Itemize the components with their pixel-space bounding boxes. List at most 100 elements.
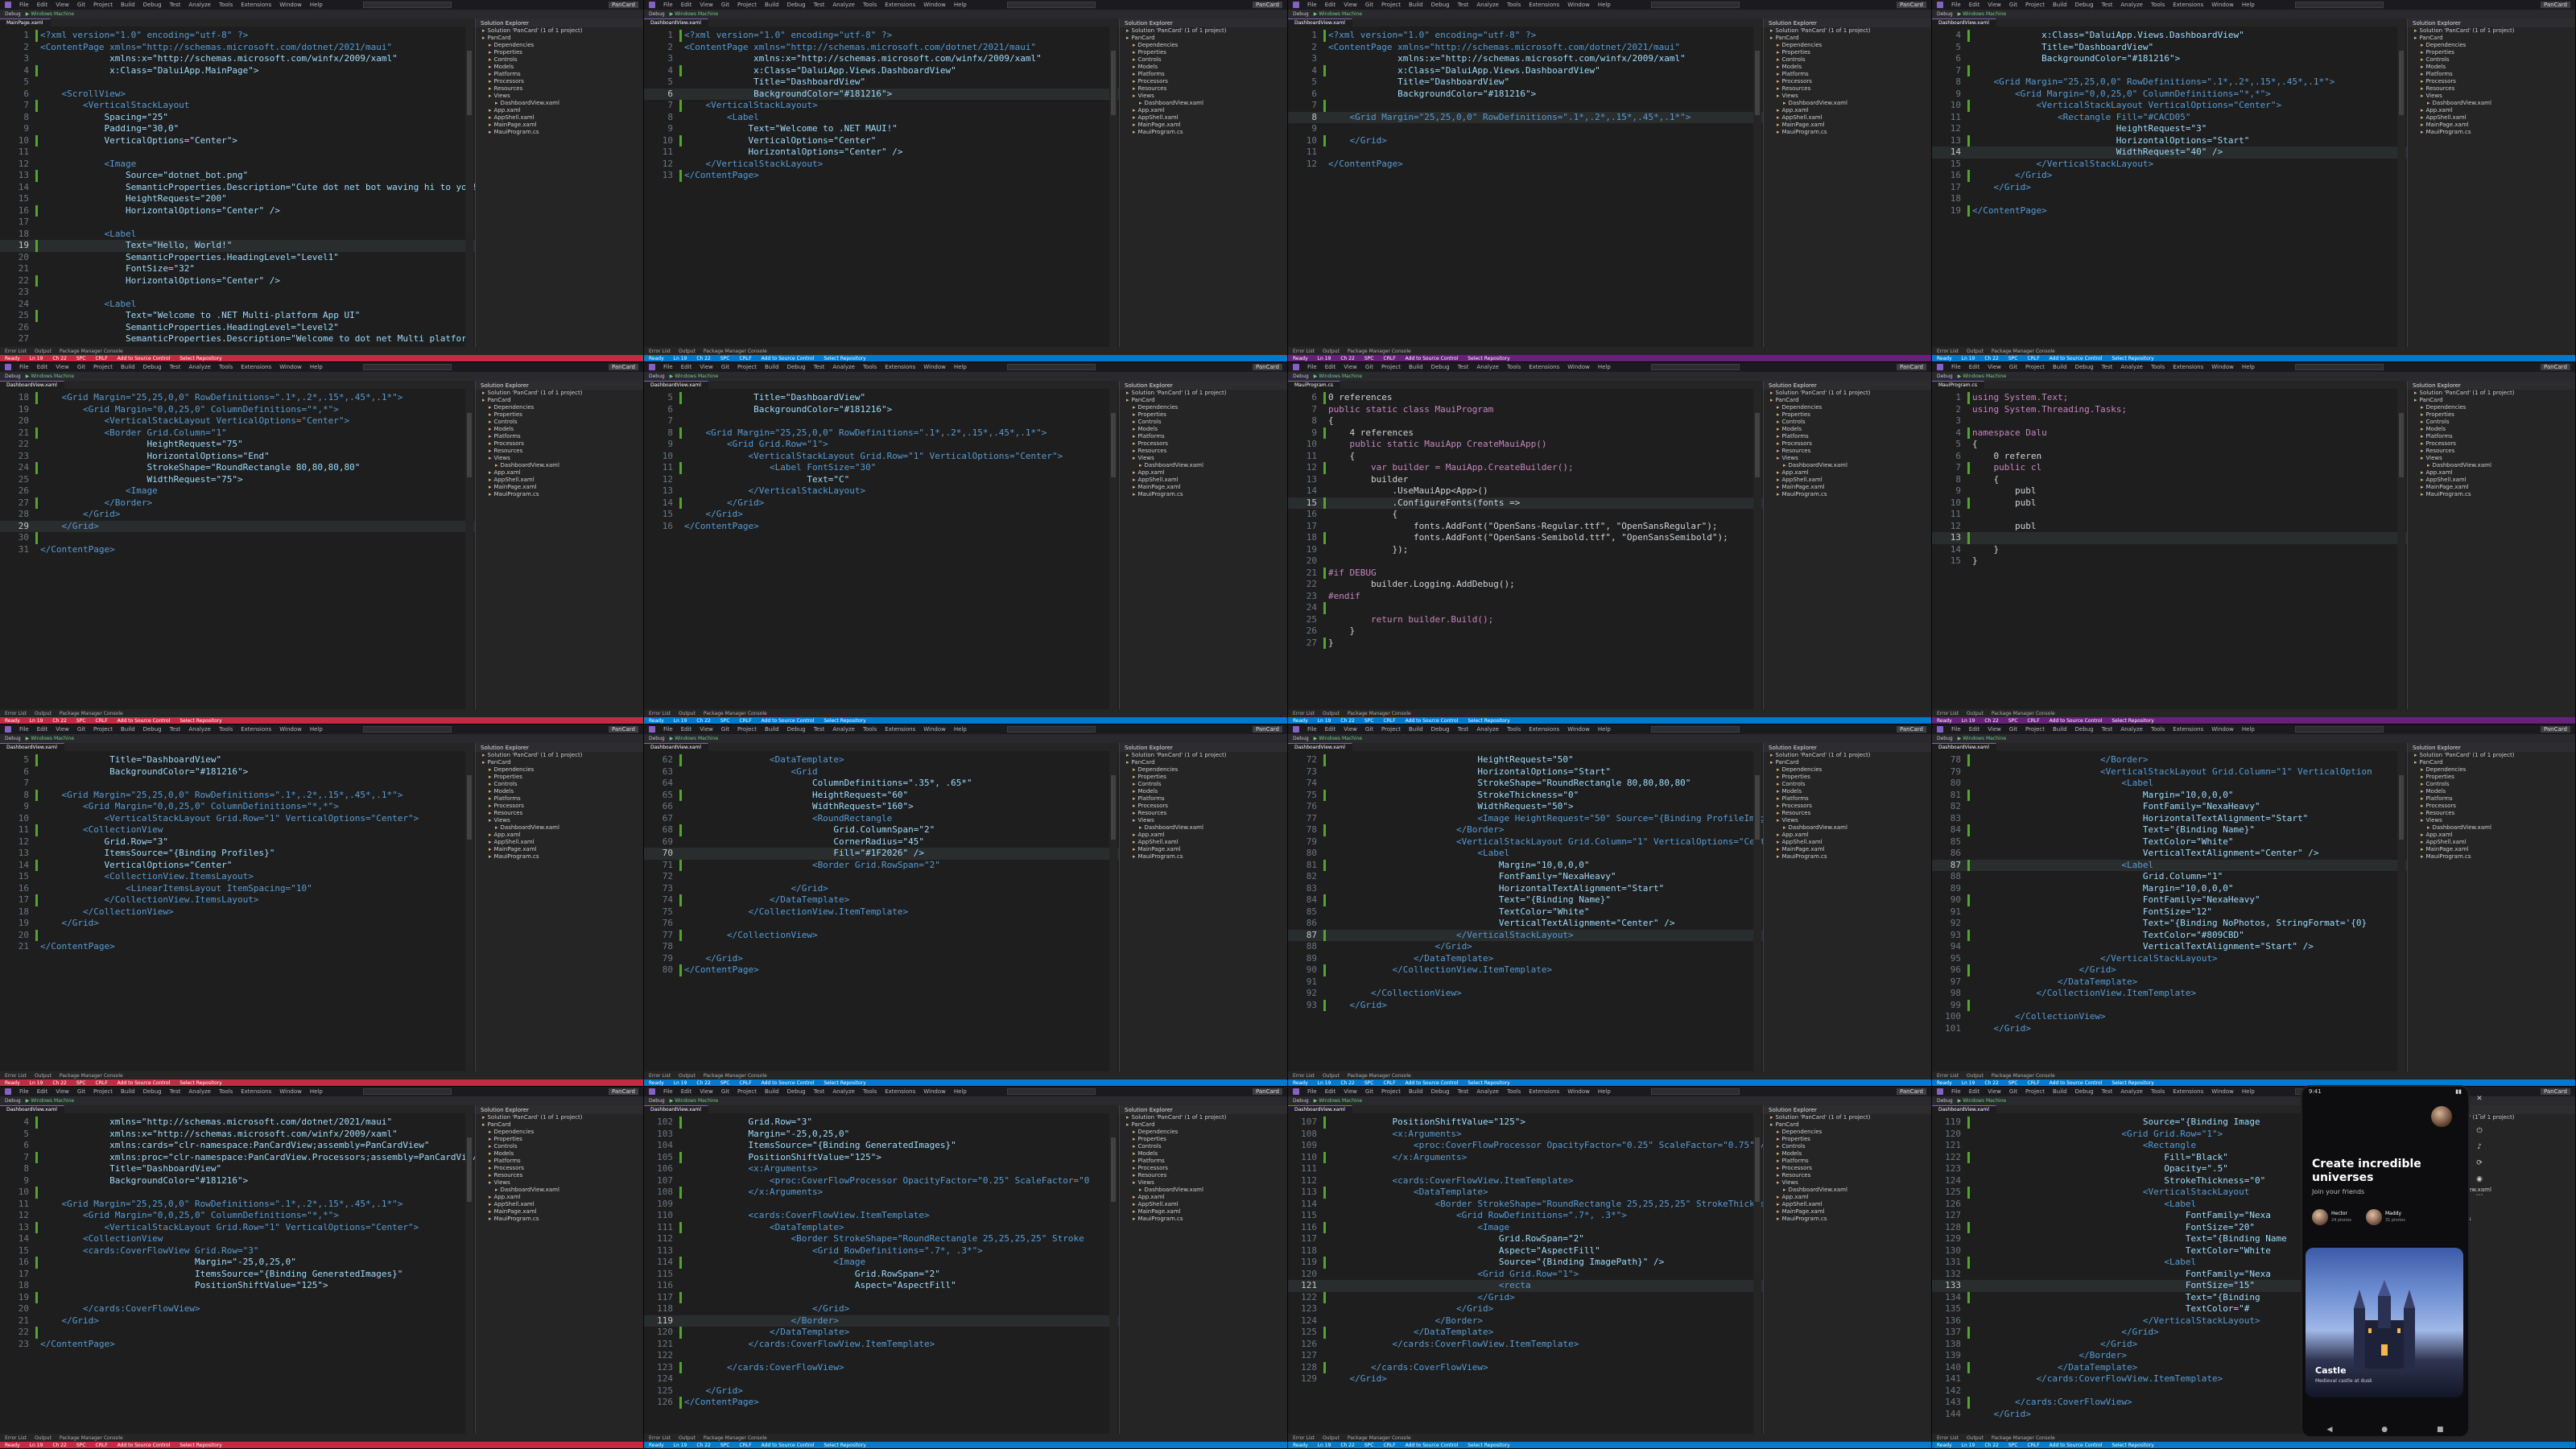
menu-item-build[interactable]: Build xyxy=(765,2,779,8)
search-input[interactable] xyxy=(2294,2,2384,8)
vertical-scrollbar[interactable] xyxy=(1753,27,1761,347)
tree-item[interactable]: ▸AppShell.xaml xyxy=(1764,114,1931,122)
menu-item-test[interactable]: Test xyxy=(1458,2,1469,8)
tree-item[interactable]: ▸MainPage.xaml xyxy=(1764,1208,1931,1216)
tree-item[interactable]: ▸AppShell.xaml xyxy=(476,477,643,484)
tree-item[interactable]: ▸MainPage.xaml xyxy=(1764,846,1931,853)
run-button[interactable]: ▶ Windows Machine xyxy=(26,1098,74,1104)
vertical-scrollbar[interactable] xyxy=(465,389,473,709)
menu-item-file[interactable]: File xyxy=(19,2,29,8)
status-item[interactable]: Select Repository xyxy=(180,718,221,724)
search-input[interactable] xyxy=(1006,1088,1096,1095)
tab-dashboardview-xaml[interactable]: DashboardView.xaml xyxy=(644,743,708,751)
vertical-scrollbar[interactable] xyxy=(465,1113,473,1434)
menu-item-tools[interactable]: Tools xyxy=(2151,364,2165,370)
tree-item[interactable]: ▸Views xyxy=(476,1179,643,1187)
tree-item[interactable]: ▸AppShell.xaml xyxy=(476,1201,643,1208)
menu-item-tools[interactable]: Tools xyxy=(2151,726,2165,733)
recents-icon[interactable]: ■ xyxy=(2437,1426,2444,1434)
tree-item[interactable]: ▸Resources xyxy=(1764,1172,1931,1179)
menu-item-git[interactable]: Git xyxy=(77,364,85,370)
menu-item-edit[interactable]: Edit xyxy=(1969,726,1980,733)
bottom-tab[interactable]: Error List xyxy=(1293,1435,1315,1441)
menu-item-analyze[interactable]: Analyze xyxy=(832,726,855,733)
tree-item[interactable]: ▸DashboardView.xaml xyxy=(476,100,643,107)
tree-item[interactable]: ▸Processors xyxy=(1120,803,1287,810)
menu-item-view[interactable]: View xyxy=(56,364,69,370)
menu-item-build[interactable]: Build xyxy=(765,364,779,370)
menu-item-debug[interactable]: Debug xyxy=(2075,1088,2094,1095)
menu-item-debug[interactable]: Debug xyxy=(143,726,162,733)
menu-item-file[interactable]: File xyxy=(1307,2,1317,8)
status-item[interactable]: Add to Source Control xyxy=(762,718,815,724)
tree-item[interactable]: ▸Controls xyxy=(476,419,643,426)
tree-item[interactable]: ▸Views xyxy=(476,455,643,462)
tab-mauiprogram-cs[interactable]: MauiProgram.cs xyxy=(1932,381,1984,389)
scrollbar-thumb[interactable] xyxy=(1755,413,1760,477)
configuration-select[interactable]: Debug xyxy=(649,1098,665,1104)
menu-item-edit[interactable]: Edit xyxy=(1325,1088,1336,1095)
menu-item-edit[interactable]: Edit xyxy=(681,364,692,370)
search-input[interactable] xyxy=(1650,2,1740,8)
status-item[interactable]: Select Repository xyxy=(824,356,865,361)
camera-icon[interactable]: ◉ xyxy=(2476,1175,2483,1183)
vertical-scrollbar[interactable] xyxy=(2397,27,2405,347)
tree-item[interactable]: ▸Processors xyxy=(1764,78,1931,85)
bottom-tab[interactable]: Output xyxy=(679,1073,696,1079)
close-icon[interactable]: ✕ xyxy=(2476,1095,2483,1103)
tree-item[interactable]: ▸Solution 'PanCard' (1 of 1 project) xyxy=(2408,27,2575,35)
menu-item-window[interactable]: Window xyxy=(923,2,946,8)
tree-item[interactable]: ▸PanCard xyxy=(1764,759,1931,766)
tree-item[interactable]: ▸Models xyxy=(1120,426,1287,433)
tree-item[interactable]: ▸Models xyxy=(1120,1150,1287,1158)
tree-item[interactable]: ▸MauiProgram.cs xyxy=(1764,1216,1931,1223)
home-icon[interactable]: ● xyxy=(2381,1426,2388,1434)
tree-item[interactable]: ▸DashboardView.xaml xyxy=(476,462,643,469)
menu-item-analyze[interactable]: Analyze xyxy=(188,2,211,8)
scrollbar-thumb[interactable] xyxy=(1111,775,1116,840)
menu-item-window[interactable]: Window xyxy=(2211,1088,2234,1095)
tree-item[interactable]: ▸Dependencies xyxy=(1120,1129,1287,1136)
menu-item-tools[interactable]: Tools xyxy=(1507,726,1521,733)
code-editor[interactable]: 1 <?xml version="1.0" encoding="utf-8" ?>… xyxy=(0,27,475,347)
tree-item[interactable]: ▸PanCard xyxy=(2408,35,2575,42)
tree-item[interactable]: ▸Resources xyxy=(2408,85,2575,93)
bottom-tab[interactable]: Error List xyxy=(1937,349,1959,354)
menu-item-edit[interactable]: Edit xyxy=(1325,2,1336,8)
tree-item[interactable]: ▸App.xaml xyxy=(476,469,643,477)
menu-item-git[interactable]: Git xyxy=(721,364,729,370)
tree-item[interactable]: ▸Processors xyxy=(2408,78,2575,85)
menu-item-debug[interactable]: Debug xyxy=(2075,726,2094,733)
tree-item[interactable]: ▸DashboardView.xaml xyxy=(1120,462,1287,469)
tree-item[interactable]: ▸Processors xyxy=(2408,440,2575,448)
menu-item-tools[interactable]: Tools xyxy=(863,1088,877,1095)
tree-item[interactable]: ▸MainPage.xaml xyxy=(1120,846,1287,853)
tree-item[interactable]: ▸Platforms xyxy=(2408,795,2575,803)
tree-item[interactable]: ▸App.xaml xyxy=(1764,107,1931,114)
menu-item-project[interactable]: Project xyxy=(1381,2,1401,8)
tree-item[interactable]: ▸App.xaml xyxy=(1120,1194,1287,1201)
tab-mainpage-xaml[interactable]: MainPage.xaml xyxy=(0,19,51,27)
menu-item-file[interactable]: File xyxy=(1951,2,1961,8)
tree-item[interactable]: ▸Platforms xyxy=(1764,71,1931,78)
menu-item-window[interactable]: Window xyxy=(2211,726,2234,733)
tree-item[interactable]: ▸Platforms xyxy=(1764,795,1931,803)
bottom-tab[interactable]: Error List xyxy=(5,1073,27,1079)
configuration-select[interactable]: Debug xyxy=(1293,1098,1309,1104)
menu-item-help[interactable]: Help xyxy=(2242,726,2255,733)
menu-item-file[interactable]: File xyxy=(1307,1088,1317,1095)
tree-item[interactable]: ▸PanCard xyxy=(1120,1121,1287,1129)
tree-item[interactable]: ▸DashboardView.xaml xyxy=(1764,1187,1931,1194)
menu-item-build[interactable]: Build xyxy=(121,726,135,733)
bottom-tab[interactable]: Package Manager Console xyxy=(60,1435,123,1441)
volume-up-icon[interactable]: ♪ xyxy=(2477,1143,2482,1151)
bottom-tab[interactable]: Error List xyxy=(649,1435,671,1441)
menu-item-git[interactable]: Git xyxy=(2009,726,2017,733)
power-icon[interactable]: ⏻ xyxy=(2476,1127,2482,1135)
tree-item[interactable]: ▸Properties xyxy=(476,411,643,419)
menu-item-edit[interactable]: Edit xyxy=(1969,2,1980,8)
tree-item[interactable]: ▸Views xyxy=(1120,817,1287,824)
tree-item[interactable]: ▸AppShell.xaml xyxy=(2408,839,2575,846)
menu-item-test[interactable]: Test xyxy=(814,726,825,733)
run-button[interactable]: ▶ Windows Machine xyxy=(1314,1098,1362,1104)
